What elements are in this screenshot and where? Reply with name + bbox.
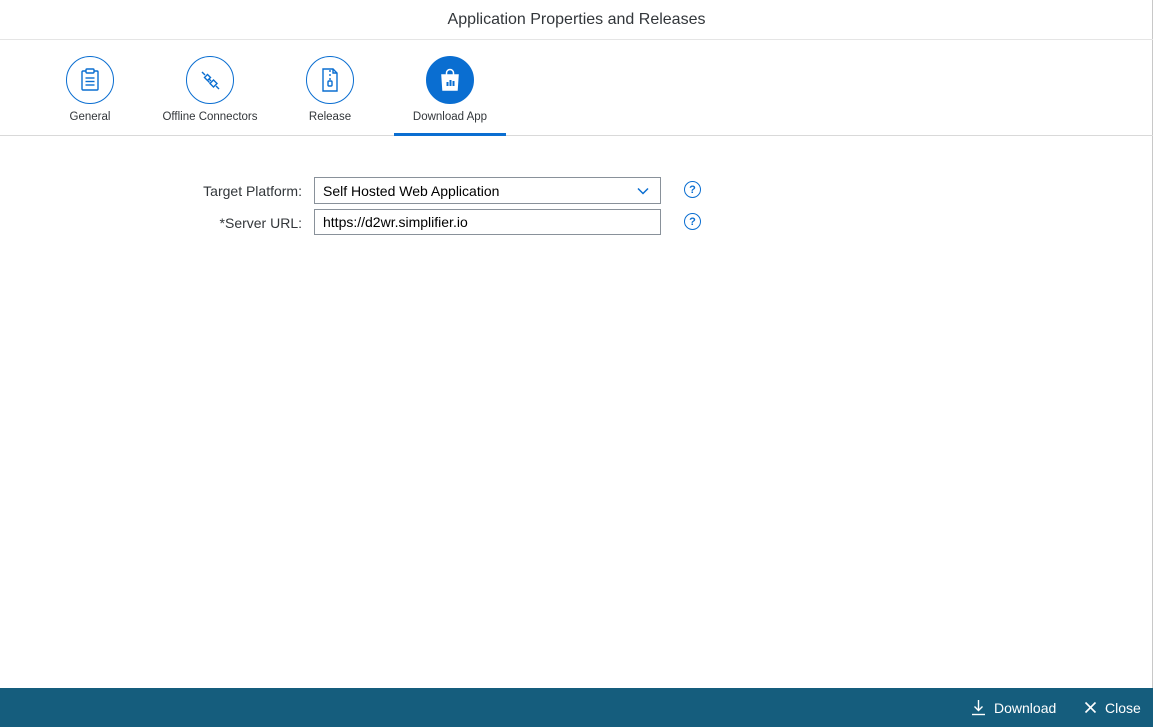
zip-file-icon	[306, 56, 354, 104]
server-url-input[interactable]	[314, 209, 661, 235]
download-icon	[972, 700, 985, 716]
target-platform-select[interactable]: Self Hosted Web Application	[314, 177, 661, 204]
icon-tab-bar: General Offline Connectors Release Downl…	[0, 40, 1153, 136]
tab-offline-connectors[interactable]: Offline Connectors	[160, 56, 260, 134]
help-icon[interactable]: ?	[684, 213, 701, 230]
dialog-footer: Download Close	[0, 688, 1153, 727]
help-icon[interactable]: ?	[684, 181, 701, 198]
clipboard-icon	[66, 56, 114, 104]
tab-release-label: Release	[308, 111, 352, 123]
close-icon	[1084, 701, 1097, 714]
chevron-down-icon[interactable]	[636, 184, 650, 198]
tab-download-app-label: Download App	[412, 111, 488, 123]
dialog-title: Application Properties and Releases	[447, 10, 706, 28]
dialog-header: Application Properties and Releases	[0, 0, 1153, 40]
active-tab-indicator	[394, 133, 506, 136]
target-platform-label: Target Platform:	[203, 183, 302, 199]
properties-dialog: Application Properties and Releases Gene…	[0, 0, 1153, 727]
target-platform-value: Self Hosted Web Application	[323, 182, 500, 199]
tab-offline-connectors-label: Offline Connectors	[162, 111, 258, 123]
close-button-label: Close	[1105, 699, 1141, 716]
server-url-label: *Server URL:	[219, 215, 302, 231]
target-platform-row: Target Platform: Self Hosted Web Applica…	[0, 177, 1153, 205]
shopping-bag-icon	[426, 56, 474, 104]
close-button[interactable]: Close	[1084, 688, 1141, 727]
download-button[interactable]: Download	[971, 688, 1056, 727]
tab-release[interactable]: Release	[306, 56, 354, 134]
plug-icon	[186, 56, 234, 104]
tab-general-label: General	[69, 111, 111, 123]
download-button-label: Download	[994, 699, 1057, 716]
tab-download-app[interactable]: Download App	[394, 56, 506, 136]
tab-general[interactable]: General	[66, 56, 114, 134]
server-url-row: *Server URL: ?	[0, 209, 1153, 237]
